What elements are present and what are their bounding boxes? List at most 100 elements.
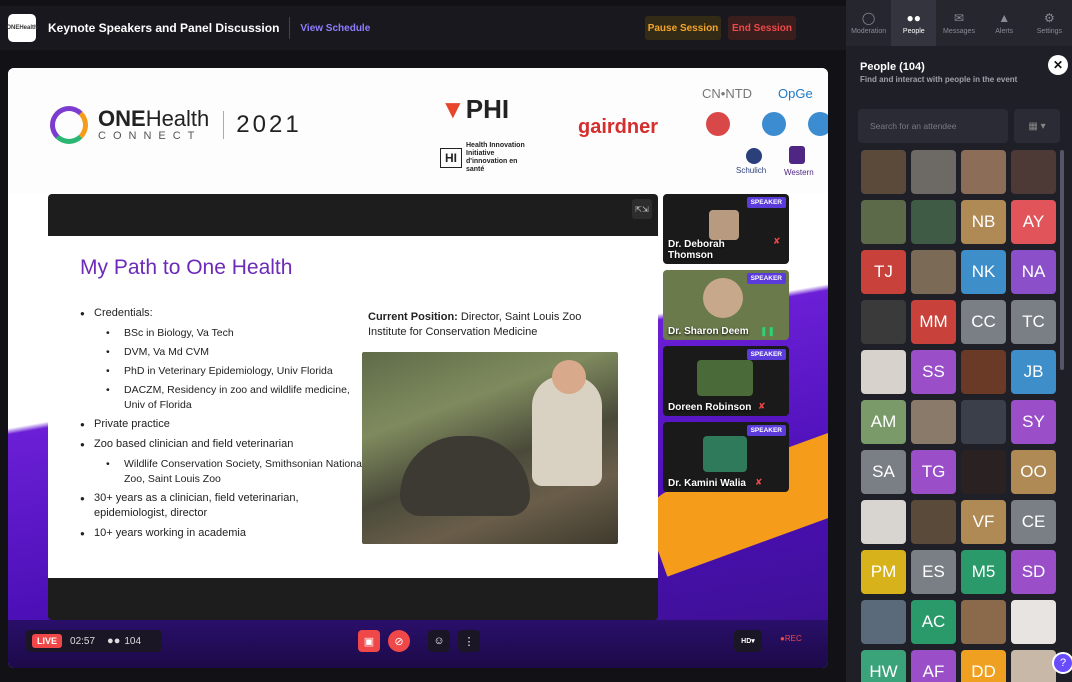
speaker-tile[interactable]: SPEAKER Dr. Deborah Thomson ✘	[663, 194, 789, 264]
view-schedule-link[interactable]: View Schedule	[300, 23, 370, 34]
attendee-photo-avatar[interactable]	[961, 600, 1006, 644]
shield-icon: ◯	[861, 11, 876, 25]
onehealth-logo: ONEHealth CONNECT 2021	[50, 106, 302, 144]
attendee-photo-avatar[interactable]	[961, 350, 1006, 394]
brand-health: Health	[145, 106, 210, 131]
attendee-photo-avatar[interactable]	[861, 200, 906, 244]
attendees-icon: ●●	[107, 635, 121, 647]
screenshare-off-icon[interactable]: ⊘	[388, 630, 410, 652]
attendee-initials-avatar[interactable]: OO	[1011, 450, 1056, 494]
people-title: People (104)	[860, 61, 925, 73]
expand-icon[interactable]: ⇱⇲	[632, 199, 652, 219]
attendee-photo-avatar[interactable]	[911, 150, 956, 194]
attendee-initials-avatar[interactable]: CC	[961, 300, 1006, 344]
slide-sub-bullet: DACZM, Residency in zoo and wildlife med…	[78, 383, 368, 413]
speaker-badge: SPEAKER	[746, 197, 786, 208]
live-status: LIVE 02:57 ●● 104	[26, 630, 162, 652]
presentation-slide: My Path to One Health Credentials: BSc in…	[48, 236, 658, 578]
attendee-initials-avatar[interactable]: NB	[961, 200, 1006, 244]
attendee-initials-avatar[interactable]: SD	[1011, 550, 1056, 594]
speaker-name: Dr. Deborah Thomson	[668, 239, 725, 261]
session-header: ONEHealth Keynote Speakers and Panel Dis…	[0, 6, 846, 50]
people-icon: ●●	[906, 11, 922, 25]
onehealth-ring-icon	[50, 106, 88, 144]
banner-year: 2021	[223, 111, 301, 139]
attendee-photo-avatar[interactable]	[861, 350, 906, 394]
attendee-initials-avatar[interactable]: NK	[961, 250, 1006, 294]
attendee-initials-avatar[interactable]: AM	[861, 400, 906, 444]
attendee-initials-avatar[interactable]: MM	[911, 300, 956, 344]
panel-nav: ◯ Moderation ●● People ✉ Messages ▲ Alerts ⚙…	[846, 0, 1072, 46]
attendee-photo-avatar[interactable]	[861, 600, 906, 644]
record-button[interactable]: ●REC	[780, 634, 802, 643]
speaker-tile[interactable]: SPEAKER Doreen Robinson ✘	[663, 346, 789, 416]
attendee-initials-avatar[interactable]: CE	[1011, 500, 1056, 544]
attendee-photo-avatar[interactable]	[1011, 150, 1056, 194]
attendee-photo-avatar[interactable]	[961, 450, 1006, 494]
attendee-initials-avatar[interactable]: AY	[1011, 200, 1056, 244]
attendee-initials-avatar[interactable]: DD	[961, 650, 1006, 682]
attendee-initials-avatar[interactable]: TC	[1011, 300, 1056, 344]
sponsor-hi-logo: HI Health Innovation Initiative d'innovat…	[440, 142, 536, 174]
camera-off-icon[interactable]: ▣	[358, 630, 380, 652]
messages-icon: ✉	[953, 11, 965, 25]
attendee-photo-avatar[interactable]	[1011, 650, 1056, 682]
attendee-photo-avatar[interactable]	[961, 150, 1006, 194]
people-scrollbar[interactable]	[1060, 150, 1064, 370]
attendee-initials-avatar[interactable]: NA	[1011, 250, 1056, 294]
attendee-photo-avatar[interactable]	[911, 500, 956, 544]
speaker-avatar	[703, 436, 747, 472]
attendee-initials-avatar[interactable]: TG	[911, 450, 956, 494]
sponsor-globe-icon-2	[808, 112, 828, 136]
attendee-photo-avatar[interactable]	[861, 500, 906, 544]
current-position-text: Current Position: Director, Saint Louis …	[368, 310, 608, 340]
grid-view-toggle[interactable]: ▦ ▾	[1014, 109, 1060, 143]
help-icon[interactable]: ?	[1052, 652, 1072, 674]
attendee-initials-avatar[interactable]: TJ	[861, 250, 906, 294]
nav-people[interactable]: ●● People	[891, 0, 937, 46]
attendee-photo-avatar[interactable]	[911, 250, 956, 294]
slide-bullet: Zoo based clinician and field veterinari…	[78, 437, 368, 452]
attendee-photo-avatar[interactable]	[861, 150, 906, 194]
sponsor-western-label: Western	[784, 168, 814, 177]
attendee-photo-avatar[interactable]	[911, 400, 956, 444]
stage: ONEHealth CONNECT 2021 ▼PHI HI Health Inn…	[8, 68, 828, 668]
more-options-icon[interactable]: ⋮	[458, 630, 480, 652]
attendee-photo-avatar[interactable]	[861, 300, 906, 344]
close-icon[interactable]: ✕	[1048, 55, 1068, 75]
pause-session-button[interactable]: Pause Session	[645, 16, 721, 40]
live-badge: LIVE	[32, 634, 63, 648]
attendee-initials-avatar[interactable]: VF	[961, 500, 1006, 544]
sponsor-phi-logo: ▼PHI	[440, 94, 510, 124]
attendee-count: 104	[124, 635, 142, 647]
slide-sub-bullet: PhD in Veterinary Epidemiology, Univ Flo…	[78, 364, 368, 379]
attendee-initials-avatar[interactable]: ES	[911, 550, 956, 594]
speaker-tile[interactable]: SPEAKER Dr. Sharon Deem ❚❚	[663, 270, 789, 340]
attendee-photo-avatar[interactable]	[1011, 600, 1056, 644]
nav-alerts[interactable]: ▲ Alerts	[982, 0, 1027, 46]
sponsor-crest-icon	[706, 112, 730, 136]
attendee-initials-avatar[interactable]: M5	[961, 550, 1006, 594]
brand-connect: CONNECT	[98, 130, 202, 142]
emoji-icon[interactable]: ☺	[428, 630, 450, 652]
attendee-initials-avatar[interactable]: SA	[861, 450, 906, 494]
attendee-initials-avatar[interactable]: PM	[861, 550, 906, 594]
attendee-initials-avatar[interactable]: SY	[1011, 400, 1056, 444]
attendee-photo-avatar[interactable]	[911, 200, 956, 244]
attendee-photo-avatar[interactable]	[961, 400, 1006, 444]
nav-settings[interactable]: ⚙ Settings	[1027, 0, 1072, 46]
quality-selector[interactable]: HD ▾	[734, 630, 762, 652]
attendee-initials-avatar[interactable]: SS	[911, 350, 956, 394]
slide-bullet: 30+ years as a clinician, field veterina…	[78, 491, 368, 521]
speaker-tile[interactable]: SPEAKER Dr. Kamini Walia ✘	[663, 422, 789, 492]
schulich-icon	[746, 148, 762, 164]
nav-messages[interactable]: ✉ Messages	[936, 0, 981, 46]
attendee-initials-avatar[interactable]: HW	[861, 650, 906, 682]
nav-moderation[interactable]: ◯ Moderation	[846, 0, 891, 46]
attendee-initials-avatar[interactable]: JB	[1011, 350, 1056, 394]
attendee-initials-avatar[interactable]: AC	[911, 600, 956, 644]
end-session-button[interactable]: End Session	[728, 16, 796, 40]
slide-title: My Path to One Health	[80, 256, 293, 279]
attendee-search-input[interactable]	[858, 109, 1008, 143]
attendee-initials-avatar[interactable]: AF	[911, 650, 956, 682]
